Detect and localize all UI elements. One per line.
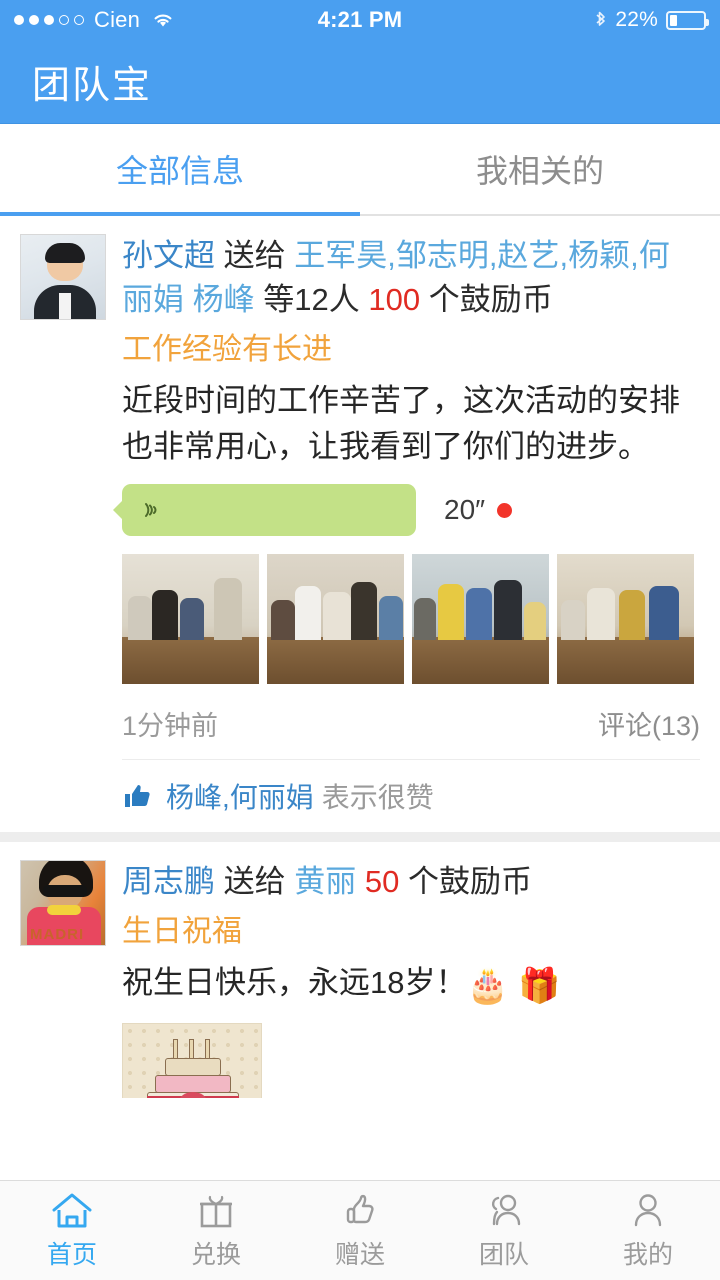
post-coin-unit: 个鼓励币 [428,282,553,317]
gift-icon [194,1191,238,1229]
post-recipients[interactable]: 黄丽 [294,864,356,899]
post-comment-count[interactable]: 评论(13) [598,704,700,743]
bluetooth-icon [594,10,607,31]
post-likers-names[interactable]: 杨峰,何丽娟 [166,776,314,816]
signal-strength-icon [14,15,84,25]
status-bar: Cien 4:21 PM 22% [0,0,720,40]
bottom-navigation-bar: 首页 兑换 赠送 团队 我的 [0,1180,720,1280]
nav-item-profile[interactable]: 我的 [576,1181,720,1280]
nav-item-give[interactable]: 赠送 [288,1181,432,1280]
post-coin-amount: 50 [364,864,400,899]
unread-indicator-dot [497,502,513,518]
avatar[interactable]: MADRI [20,860,106,946]
nav-item-exchange-label: 兑换 [190,1240,241,1269]
feed-post[interactable]: MADRI 周志鹏 送给 黄丽 50 个鼓励币 生日祝福 祝生日快乐，永远18岁… [0,832,720,1098]
voice-message-bubble[interactable] [113,484,416,536]
post-photo[interactable] [122,554,259,684]
post-photo-grid[interactable] [20,554,700,684]
avatar[interactable] [20,234,106,320]
post-headline: 周志鹏 送给 黄丽 50 个鼓励币 [122,860,700,904]
tab-related-to-me-label: 我相关的 [475,153,604,189]
post-headline: 孙文超 送给 王军昊,邹志明,赵艺,杨颖,何丽娟 杨峰 等12人 100 个鼓励… [122,234,700,322]
nav-item-team[interactable]: 团队 [432,1181,576,1280]
nav-item-home[interactable]: 首页 [0,1181,144,1280]
post-verb: 送给 [223,238,286,273]
post-photo[interactable] [267,554,404,684]
home-icon [50,1191,94,1229]
battery-percent-label: 22% [615,8,658,31]
message-feed[interactable]: 孙文超 送给 王军昊,邹志明,赵艺,杨颖,何丽娟 杨峰 等12人 100 个鼓励… [0,216,720,1098]
post-subject: 生日祝福 [122,915,242,948]
post-photo[interactable] [557,554,694,684]
post-subject: 工作经验有长进 [122,333,332,366]
post-likes-suffix: 表示很赞 [321,782,434,813]
nav-item-exchange[interactable]: 兑换 [144,1181,288,1280]
post-content: 祝生日快乐，永远18岁！🎂 🎁 [122,960,700,1009]
wifi-icon [151,11,175,29]
battery-icon [666,10,709,30]
person-icon [626,1191,670,1229]
voice-duration-label: 20″ [444,494,486,525]
post-verb: 送给 [223,864,286,899]
nav-item-profile-label: 我的 [622,1240,673,1269]
page-title: 团队宝 [32,65,153,107]
post-meta: 1分钟前 评论(13) [20,704,700,743]
post-sender-name[interactable]: 周志鹏 [122,864,215,899]
sound-wave-icon [138,497,164,523]
people-icon [482,1191,526,1229]
post-content: 近段时间的工作辛苦了，这次活动的安排也非常用心，让我看到了你们的进步。 [122,383,680,464]
nav-item-team-label: 团队 [478,1240,529,1269]
app-header: 团队宝 [0,40,720,124]
birthday-card-image[interactable]: Happy Birthday [122,1023,262,1098]
feed-post[interactable]: 孙文超 送给 王军昊,邹志明,赵艺,杨颖,何丽娟 杨峰 等12人 100 个鼓励… [0,216,720,832]
post-coin-unit: 个鼓励币 [407,864,532,899]
nav-item-home-label: 首页 [46,1240,97,1269]
status-bar-left: Cien [14,7,175,33]
post-others-count: 等12人 [263,282,360,317]
voice-message-row[interactable]: 20″ [20,484,700,536]
post-timestamp: 1分钟前 [122,711,219,741]
post-photo[interactable] [412,554,549,684]
emoji-cake-and-gift: 🎂 🎁 [466,967,561,1005]
status-bar-right: 22% [594,8,709,32]
tab-all-messages[interactable]: 全部信息 [0,124,360,216]
post-content-text: 祝生日快乐，永远18岁！ [122,965,467,1000]
thumbs-up-icon [122,781,152,811]
post-likes-row[interactable]: 杨峰,何丽娟 表示很赞 [122,759,700,816]
tab-all-messages-label: 全部信息 [115,153,244,189]
carrier-name: Cien [94,7,141,32]
tab-bar: 全部信息 我相关的 [0,124,720,216]
post-sender-name[interactable]: 孙文超 [122,238,215,273]
tab-related-to-me[interactable]: 我相关的 [360,124,720,214]
post-coin-amount: 100 [368,282,421,317]
nav-item-give-label: 赠送 [334,1240,385,1269]
thumbs-up-icon [338,1191,382,1229]
